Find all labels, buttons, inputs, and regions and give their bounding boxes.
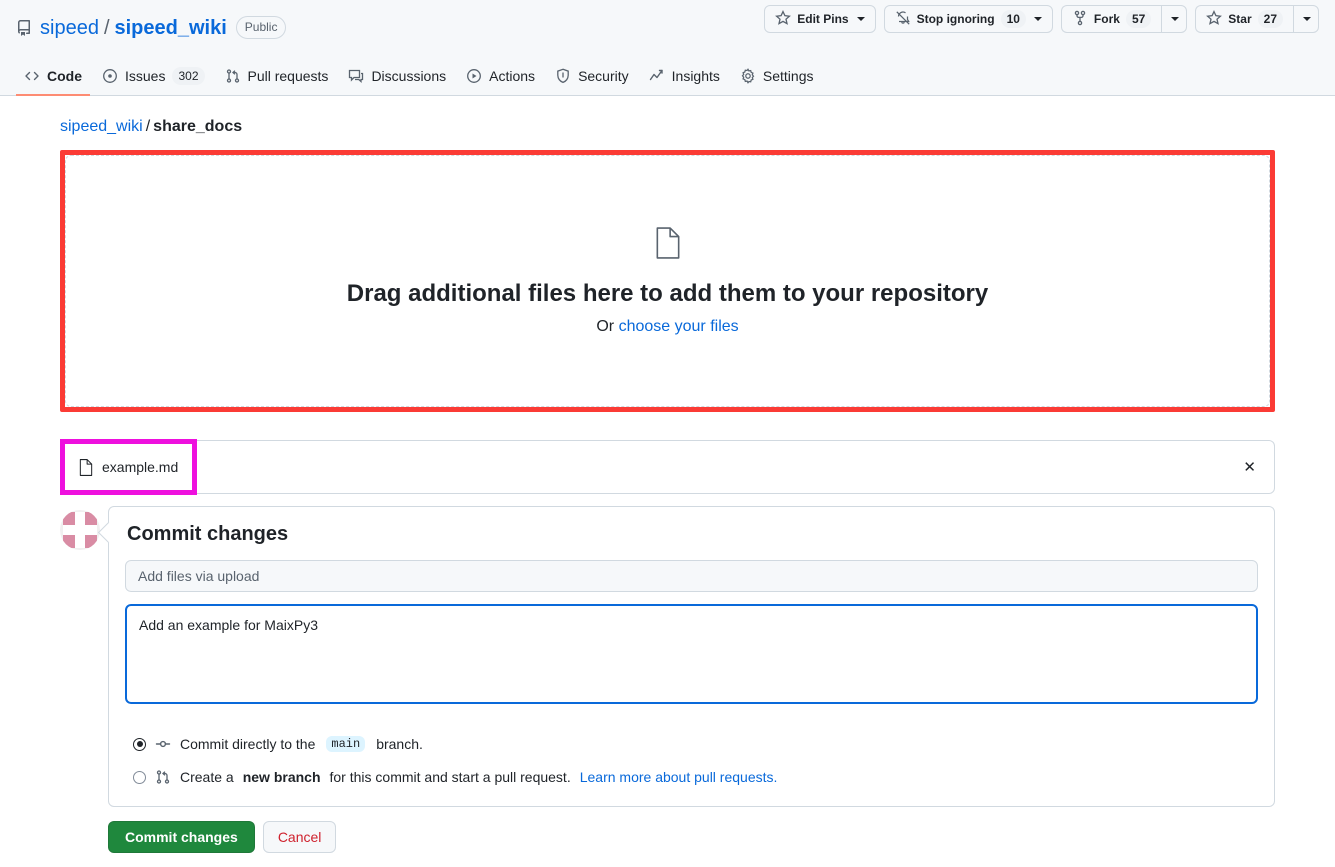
tab-code-label: Code [47, 68, 82, 84]
create-new-branch-option[interactable]: Create a new branch for this commit and … [125, 764, 1258, 790]
shield-icon [555, 68, 571, 84]
star-dropdown-button[interactable] [1293, 5, 1319, 33]
repo-nav-tabs: Code Issues 302 Pull requests Discussion… [0, 58, 837, 96]
main-content: sipeed_wiki / share_docs Drag additional f… [0, 96, 1335, 853]
tab-actions[interactable]: Actions [458, 58, 543, 96]
git-pull-request-icon [225, 68, 241, 84]
commit-directly-text-after: branch. [376, 736, 423, 752]
tab-discussions-label: Discussions [371, 68, 447, 84]
commit-changes-button[interactable]: Commit changes [108, 821, 255, 853]
play-icon [466, 68, 482, 84]
tab-actions-label: Actions [489, 68, 536, 84]
file-icon [655, 226, 681, 264]
fork-button[interactable]: Fork 57 [1060, 5, 1162, 33]
create-new-branch-radio[interactable] [133, 770, 146, 784]
uploaded-file-row: example.md ✕ [60, 439, 1275, 495]
fork-count: 57 [1125, 10, 1152, 28]
fork-label: Fork [1093, 12, 1120, 26]
dropzone-subtitle: Or choose your files [596, 318, 738, 336]
commit-changes-box: Commit changes Add an example for MaixPy… [108, 506, 1275, 807]
stop-ignoring-count: 10 [1000, 10, 1026, 28]
git-commit-icon [155, 736, 171, 752]
tab-issues-label: Issues [125, 68, 166, 84]
comment-discussion-icon [348, 68, 364, 84]
chevron-down-icon [856, 17, 865, 21]
chevron-down-icon [1171, 17, 1180, 21]
learn-more-pull-requests-link[interactable]: Learn more about pull requests. [580, 769, 778, 785]
commit-target-options: Commit directly to the main branch. Crea… [125, 731, 1258, 790]
graph-icon [649, 68, 665, 84]
repo-owner-link[interactable]: sipeed [40, 18, 99, 38]
tab-insights-label: Insights [671, 68, 720, 84]
file-dropzone[interactable]: Drag additional files here to add them t… [65, 155, 1270, 407]
tab-pull-requests[interactable]: Pull requests [217, 58, 337, 96]
star-label: Star [1228, 12, 1252, 26]
star-count: 27 [1257, 10, 1283, 28]
avatar [60, 510, 100, 550]
visibility-badge: Public [235, 16, 287, 39]
tab-insights[interactable]: Insights [641, 58, 728, 96]
breadcrumb-separator: / [145, 118, 151, 135]
tab-settings-label: Settings [762, 68, 814, 84]
dropzone-sub-prefix: Or [596, 317, 619, 335]
stop-ignoring-label: Stop ignoring [916, 12, 995, 26]
fork-button-group: Fork 57 [1060, 5, 1188, 33]
issue-opened-icon [102, 68, 118, 84]
new-branch-bold: new branch [242, 769, 321, 785]
tab-security-label: Security [578, 68, 629, 84]
uploaded-file-name: example.md [102, 459, 179, 475]
commit-directly-option[interactable]: Commit directly to the main branch. [125, 731, 1258, 757]
cancel-button[interactable]: Cancel [262, 821, 337, 853]
edit-pins-label: Edit Pins [797, 12, 849, 26]
choose-your-files-link[interactable]: choose your files [619, 318, 739, 335]
fork-dropdown-button[interactable] [1161, 5, 1188, 33]
commit-description-textarea[interactable]: Add an example for MaixPy3 [125, 604, 1258, 704]
commit-footer-actions: Commit changes Cancel [108, 821, 1275, 853]
repo-forked-icon [1072, 10, 1088, 29]
git-pull-request-icon [155, 769, 171, 785]
tab-issues[interactable]: Issues 302 [94, 58, 213, 96]
commit-changes-title: Commit changes [127, 523, 289, 545]
commit-summary-input[interactable] [125, 560, 1258, 592]
repo-name-link[interactable]: sipeed_wiki [115, 18, 227, 38]
star-button-group: Star 27 [1195, 5, 1319, 33]
bell-slash-icon [895, 10, 911, 29]
repo-icon [16, 19, 32, 36]
chevron-down-icon [1033, 17, 1042, 21]
file-icon [79, 458, 93, 476]
commit-directly-radio[interactable] [133, 737, 146, 751]
edit-pins-button[interactable]: Edit Pins [764, 5, 876, 33]
tab-discussions[interactable]: Discussions [340, 58, 454, 96]
close-icon[interactable]: ✕ [1237, 456, 1262, 479]
repo-header-actions: Edit Pins Stop ignoring 10 Fork 57 Star … [764, 5, 1319, 33]
breadcrumb: sipeed_wiki / share_docs [60, 96, 1275, 150]
uploaded-file-chip: example.md [65, 458, 192, 476]
star-icon [1206, 9, 1223, 29]
star-button[interactable]: Star 27 [1195, 5, 1293, 33]
dropzone-title: Drag additional files here to add them t… [346, 279, 989, 307]
code-icon [24, 68, 40, 84]
chevron-down-icon [1303, 17, 1311, 21]
breadcrumb-root-link[interactable]: sipeed_wiki [60, 118, 143, 135]
tab-pull-requests-label: Pull requests [247, 68, 329, 84]
tab-settings[interactable]: Settings [732, 58, 822, 96]
tab-code[interactable]: Code [16, 58, 90, 96]
tab-issues-count: 302 [172, 67, 205, 85]
tab-security[interactable]: Security [547, 58, 637, 96]
dropzone-highlight-box: Drag additional files here to add them t… [60, 150, 1275, 412]
new-branch-text-after: for this commit and start a pull request… [329, 769, 571, 785]
breadcrumb-current: share_docs [153, 118, 243, 135]
branch-name-badge: main [326, 736, 366, 752]
gear-icon [740, 68, 756, 84]
uploaded-files-list: example.md ✕ [60, 439, 1275, 495]
stop-ignoring-button[interactable]: Stop ignoring 10 [883, 5, 1053, 33]
repo-header: sipeed / sipeed_wiki Public Edit Pins St… [0, 0, 1335, 96]
repo-title-separator: / [103, 16, 110, 39]
pin-icon [775, 9, 792, 29]
commit-directly-text-before: Commit directly to the [180, 736, 316, 752]
file-name-highlight-box: example.md [60, 439, 198, 495]
new-branch-text-before: Create a [180, 769, 234, 785]
commit-changes-area: Commit changes Add an example for MaixPy… [60, 506, 1275, 807]
